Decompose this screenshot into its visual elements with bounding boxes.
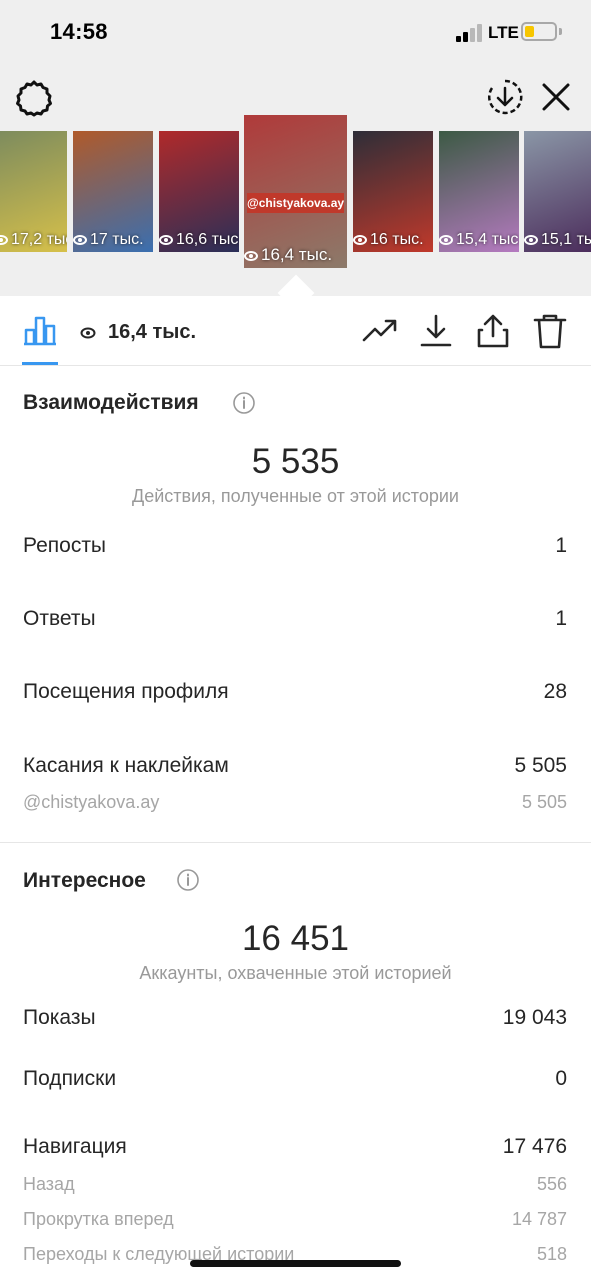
metric-label-navigation: Навигация — [23, 1135, 127, 1158]
navigation-sub-label-forward: Прокрутка вперед — [23, 1209, 174, 1229]
home-indicator[interactable] — [190, 1260, 401, 1267]
story-carousel-area: 14:58 LTE 17,2 тыс. 17 тыс. 16,6 тыс. — [0, 0, 591, 296]
metric-value-sticker-taps: 5 505 — [514, 754, 567, 777]
eye-icon — [524, 234, 538, 245]
discovery-caption: Аккаунты, охваченные этой историей — [139, 963, 452, 983]
navigation-sub-value-forward: 14 787 — [511, 1209, 567, 1229]
metric-value-reposts: 1 — [555, 534, 567, 557]
metric-label-profile-visits: Посещения профиля — [23, 680, 229, 703]
metric-label-impressions: Показы — [23, 1006, 96, 1029]
story-thumbnail[interactable]: 16 тыс. — [353, 131, 433, 252]
insights-toolbar: 16,4 тыс. — [0, 296, 591, 366]
eye-icon — [73, 234, 87, 245]
eye-icon — [80, 327, 96, 339]
metric-label-sticker-taps: Касания к наклейкам — [23, 754, 229, 777]
section-title-interactions: Взаимодействия — [23, 391, 199, 414]
eye-icon — [353, 234, 367, 245]
story-views: 15,1 тыс. — [541, 231, 591, 248]
navigation-sub-value-next-story: 518 — [536, 1244, 567, 1264]
story-views: 16,4 тыс. — [261, 245, 333, 264]
story-thumbnails: 17,2 тыс. 17 тыс. 16,6 тыс. @chistyakova… — [0, 110, 591, 290]
story-thumbnail[interactable]: 17,2 тыс. — [0, 131, 67, 252]
section-divider — [0, 842, 591, 843]
story-views: 15,4 тыс. — [456, 231, 519, 248]
network-type: LTE — [488, 23, 519, 42]
discovery-total: 16 451 — [241, 919, 350, 958]
sticker-handle-label[interactable]: @chistyakova.ay — [23, 792, 159, 813]
metric-label-follows: Подписки — [23, 1067, 117, 1090]
active-tab-indicator — [22, 362, 58, 365]
info-icon[interactable] — [232, 391, 256, 415]
section-title-discovery: Интересное — [23, 869, 146, 892]
delete-trash-icon[interactable] — [531, 312, 569, 350]
metric-value-follows: 0 — [555, 1067, 567, 1090]
story-views: 17,2 тыс. — [11, 231, 67, 248]
eye-icon — [244, 250, 258, 261]
story-views: 16,6 тыс. — [176, 231, 239, 248]
story-views: 16 тыс. — [370, 231, 424, 248]
navigation-sub-label-back: Назад — [23, 1174, 75, 1194]
eye-icon — [0, 234, 8, 245]
signal-strength-icon — [456, 24, 484, 42]
metric-value-replies: 1 — [555, 607, 567, 630]
story-handle-sticker: @chistyakova.ay — [247, 193, 344, 213]
insights-bar-chart-icon[interactable] — [22, 314, 58, 346]
story-thumbnail[interactable]: 17 тыс. — [73, 131, 153, 252]
metric-value-profile-visits: 28 — [543, 680, 567, 703]
share-icon[interactable] — [474, 312, 512, 350]
metric-value-navigation: 17 476 — [502, 1135, 567, 1158]
sticker-handle-value: 5 505 — [521, 792, 567, 812]
battery-icon — [521, 22, 557, 41]
metric-label-replies: Ответы — [23, 607, 96, 630]
status-time: 14:58 — [50, 19, 108, 44]
selected-story-thumbnail[interactable]: @chistyakova.ay 16,4 тыс. — [244, 115, 347, 268]
metric-value-impressions: 19 043 — [502, 1006, 567, 1029]
metric-label-reposts: Репосты — [23, 534, 107, 557]
story-thumbnail[interactable]: 16,6 тыс. — [159, 131, 239, 252]
info-icon[interactable] — [176, 868, 200, 892]
navigation-sub-value-back: 556 — [536, 1174, 567, 1194]
interactions-caption: Действия, полученные от этой истории — [132, 486, 459, 506]
status-bar: 14:58 LTE — [0, 0, 591, 66]
story-thumbnail[interactable]: 15,1 тыс. — [524, 131, 591, 252]
eye-icon — [439, 234, 453, 245]
download-icon[interactable] — [417, 312, 455, 350]
story-reach-count: 16,4 тыс. — [108, 321, 197, 343]
eye-icon — [159, 234, 173, 245]
interactions-total: 5 535 — [251, 442, 340, 481]
promote-trend-icon[interactable] — [361, 312, 399, 350]
story-thumbnail[interactable]: 15,4 тыс. — [439, 131, 519, 252]
story-views: 17 тыс. — [90, 231, 144, 248]
